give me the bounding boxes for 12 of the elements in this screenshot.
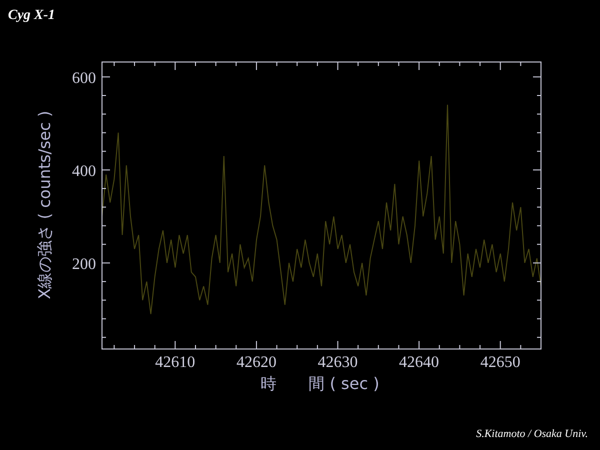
y-tick-label: 600 [72,70,96,87]
y-tick-label: 200 [72,256,96,273]
y-axis-label: X線の強さ ( counts/sec ) [35,110,54,300]
x-axis-label: 時 間 ( sec ) [260,374,380,393]
y-tick-label: 400 [72,162,96,180]
x-tick-label: 42640 [399,354,440,371]
x-tick-label: 42630 [318,354,358,371]
credit-text: S.Kitamoto / Osaka Univ. [476,428,588,440]
x-tick-label: 42650 [480,354,520,371]
x-tick-label: 42620 [236,354,276,371]
x-tick-label: 42610 [155,354,196,371]
chart-title: Cyg X-1 [8,8,56,23]
